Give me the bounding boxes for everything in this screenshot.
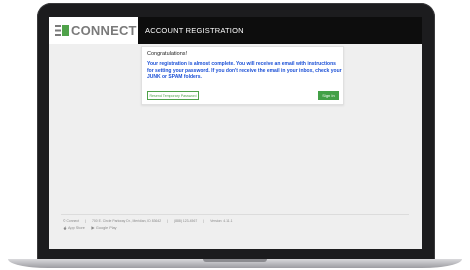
footer-info: © Connect | 700 E. Circle Parkway Dr., Mer… <box>63 219 232 223</box>
footer-company: © Connect <box>63 219 80 223</box>
brand-logo[interactable]: CONNECT <box>49 17 138 44</box>
google-play-icon <box>91 226 95 230</box>
card-title: Congratulations! <box>147 51 188 57</box>
app-screen: CONNECT ACCOUNT REGISTRATION Congratulat… <box>49 17 422 249</box>
footer-separator: | <box>85 219 86 223</box>
app-store-label: App Store <box>68 226 85 230</box>
apple-icon <box>63 226 67 230</box>
footer-address: 700 E. Circle Parkway Dr., Meridian, ID … <box>91 219 162 223</box>
footer-separator: | <box>167 219 169 223</box>
registration-card: Congratulations! Your registration is al… <box>141 46 344 105</box>
card-message: Your registration is almost complete. Yo… <box>147 61 342 80</box>
footer-divider <box>61 214 409 215</box>
resend-password-button[interactable]: Resend Temporary Password <box>147 91 199 100</box>
logo-text: CONNECT <box>71 23 137 38</box>
footer-phone[interactable]: (888) 123-4567 <box>174 219 197 223</box>
laptop-notch <box>203 259 267 262</box>
connect-logo-icon <box>55 25 69 36</box>
google-play-link[interactable]: Google Play <box>91 226 117 230</box>
app-store-links: App Store Google Play <box>63 226 117 230</box>
top-header: CONNECT ACCOUNT REGISTRATION <box>49 17 422 44</box>
google-play-label: Google Play <box>95 226 117 230</box>
page-title: ACCOUNT REGISTRATION <box>145 26 244 35</box>
app-store-link[interactable]: App Store <box>63 226 85 230</box>
footer-separator: | <box>203 219 205 223</box>
sign-in-button[interactable]: Sign In <box>318 91 339 100</box>
footer-version: Version: 4.11.1 <box>210 219 233 223</box>
